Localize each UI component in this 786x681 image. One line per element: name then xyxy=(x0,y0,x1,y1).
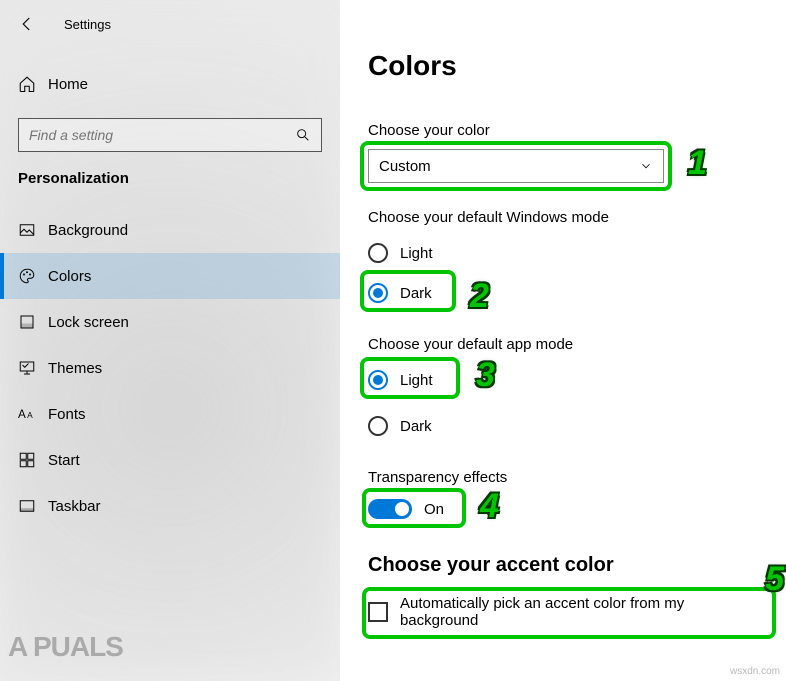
sidebar-item-label: Colors xyxy=(48,268,91,285)
sidebar-item-fonts[interactable]: AA Fonts xyxy=(0,391,340,437)
windows-mode-light[interactable]: Light xyxy=(368,236,766,270)
search-input-wrap[interactable] xyxy=(18,118,322,152)
sidebar-item-lockscreen[interactable]: Lock screen xyxy=(0,299,340,345)
fonts-icon: AA xyxy=(18,406,48,422)
sidebar-item-label: Background xyxy=(48,222,128,239)
home-nav[interactable]: Home xyxy=(0,62,340,106)
choose-color-dropdown[interactable]: Custom xyxy=(368,149,664,183)
window-title: Settings xyxy=(64,17,111,32)
radio-icon xyxy=(368,370,388,390)
back-button[interactable] xyxy=(18,15,58,33)
section-heading: Personalization xyxy=(0,170,340,207)
annotation-4: 4 xyxy=(480,487,499,526)
search-input[interactable] xyxy=(29,127,283,143)
settings-sidebar: Settings Home Personalization xyxy=(0,0,340,681)
app-mode-label: Choose your default app mode xyxy=(368,336,766,353)
watermark: wsxdn.com xyxy=(730,666,780,677)
appuals-logo: A PUALS xyxy=(8,631,123,663)
radio-label: Light xyxy=(400,245,433,262)
dropdown-value: Custom xyxy=(379,158,431,175)
annotation-5: 5 xyxy=(765,560,784,599)
chevron-down-icon xyxy=(639,159,653,173)
home-label: Home xyxy=(48,76,88,93)
svg-text:A: A xyxy=(18,408,26,421)
home-icon xyxy=(18,75,48,93)
sidebar-item-taskbar[interactable]: Taskbar xyxy=(0,483,340,529)
sidebar-item-colors[interactable]: Colors xyxy=(0,253,340,299)
accent-auto-checkbox[interactable]: Automatically pick an accent color from … xyxy=(368,595,766,629)
svg-text:A: A xyxy=(27,410,33,420)
checkbox-label: Automatically pick an accent color from … xyxy=(400,595,766,629)
arrow-left-icon xyxy=(18,15,36,33)
transparency-toggle[interactable] xyxy=(368,499,412,519)
page-title: Colors xyxy=(368,50,766,82)
app-mode-light[interactable]: Light xyxy=(368,363,433,397)
sidebar-item-start[interactable]: Start xyxy=(0,437,340,483)
transparency-label: Transparency effects xyxy=(368,469,766,486)
start-icon xyxy=(18,451,48,469)
annotation-2: 2 xyxy=(470,277,489,316)
radio-icon xyxy=(368,416,388,436)
palette-icon xyxy=(18,267,48,285)
sidebar-item-themes[interactable]: Themes xyxy=(0,345,340,391)
checkbox-icon xyxy=(368,602,388,622)
accent-heading: Choose your accent color xyxy=(368,554,766,577)
sidebar-item-background[interactable]: Background xyxy=(0,207,340,253)
annotation-3: 3 xyxy=(476,356,495,395)
picture-icon xyxy=(18,221,48,239)
toggle-state: On xyxy=(424,501,444,518)
sidebar-item-label: Taskbar xyxy=(48,498,101,515)
settings-main: Colors Choose your color Custom 1 Choose… xyxy=(340,0,786,681)
sidebar-nav: Background Colors Lock screen Themes AA … xyxy=(0,207,340,529)
radio-icon xyxy=(368,283,388,303)
taskbar-icon xyxy=(18,497,48,515)
radio-icon xyxy=(368,243,388,263)
windows-mode-label: Choose your default Windows mode xyxy=(368,209,766,226)
search-icon xyxy=(295,127,311,143)
annotation-1: 1 xyxy=(688,144,707,183)
radio-label: Dark xyxy=(400,418,432,435)
sidebar-item-label: Lock screen xyxy=(48,314,129,331)
radio-label: Light xyxy=(400,372,433,389)
radio-label: Dark xyxy=(400,285,432,302)
themes-icon xyxy=(18,359,48,377)
choose-color-label: Choose your color xyxy=(368,122,766,139)
sidebar-item-label: Fonts xyxy=(48,406,86,423)
lockscreen-icon xyxy=(18,313,48,331)
windows-mode-dark[interactable]: Dark xyxy=(368,276,432,310)
app-mode-dark[interactable]: Dark xyxy=(368,409,766,443)
sidebar-item-label: Themes xyxy=(48,360,102,377)
sidebar-item-label: Start xyxy=(48,452,80,469)
